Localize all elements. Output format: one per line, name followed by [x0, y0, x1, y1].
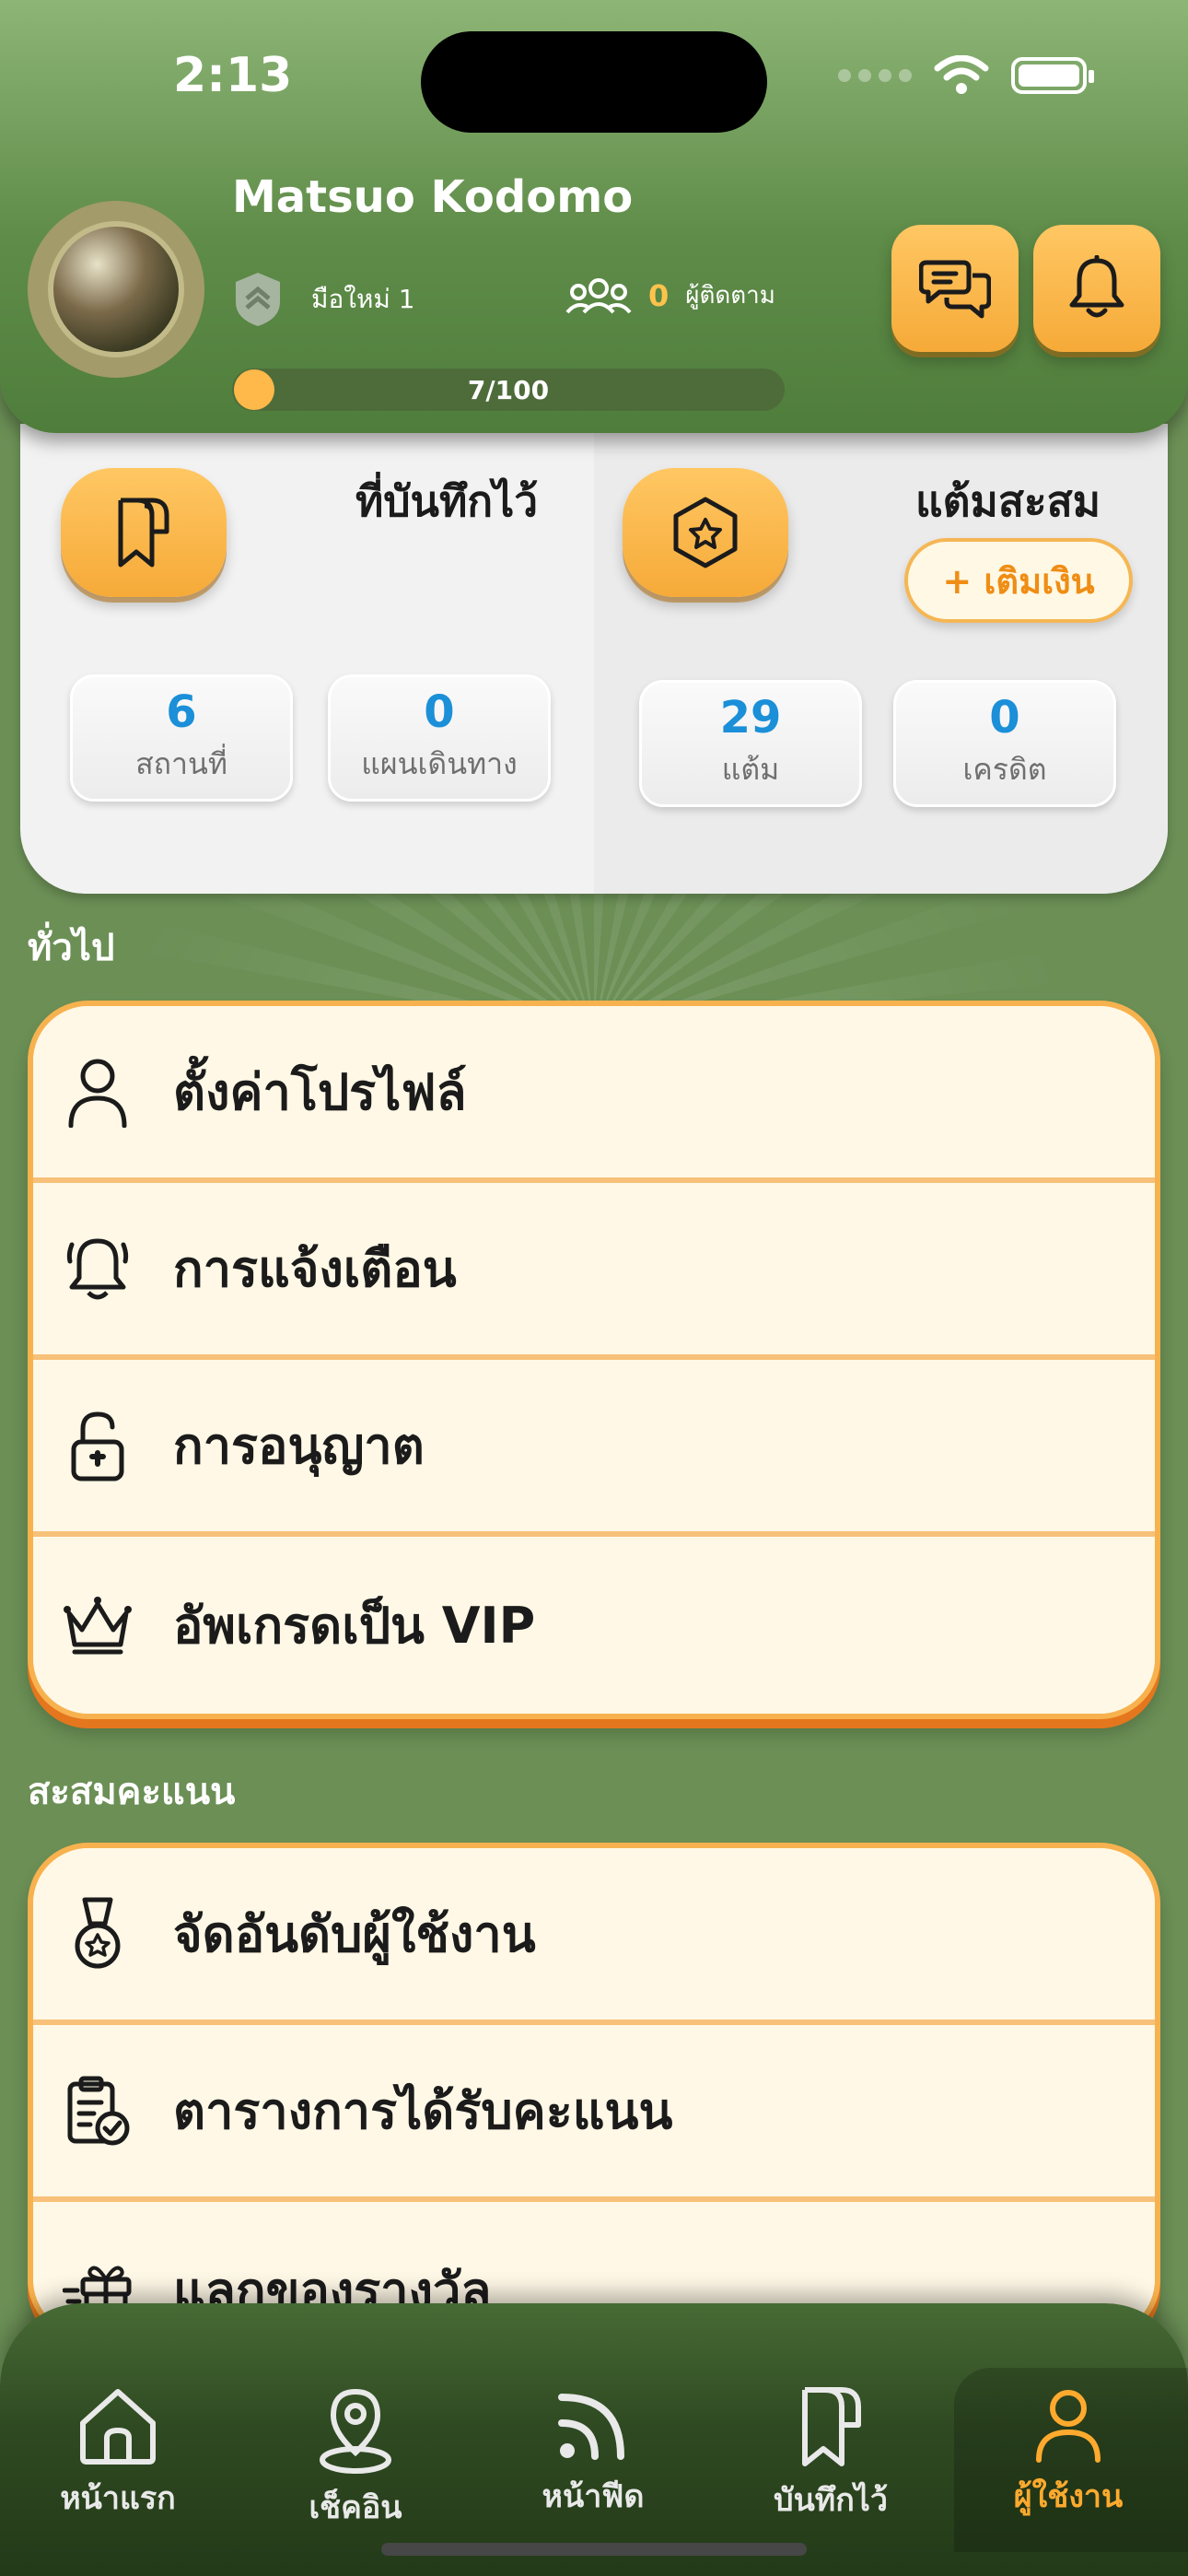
nav-user[interactable]: ผู้ใช้งาน: [967, 2386, 1170, 2521]
saved-plans-stat[interactable]: 0 แผนเดินทาง: [328, 674, 551, 802]
nav-label: หน้าฟีด: [542, 2478, 645, 2515]
credit-stat[interactable]: 0 เครดิต: [893, 680, 1116, 807]
bookmark-icon: [118, 498, 169, 568]
points-title: แต้มสะสม: [915, 476, 1101, 526]
menu-label: จัดอันดับผู้ใช้งาน: [173, 1905, 536, 1963]
status-time: 2:13: [173, 48, 293, 103]
general-section-title: ทั่วไป: [28, 927, 115, 969]
menu-label: อัพเกรดเป็น VIP: [173, 1597, 536, 1655]
wifi-icon: [934, 55, 989, 94]
followers-icon: [565, 277, 632, 313]
crown-icon: [61, 1588, 134, 1662]
menu-item-profile-settings[interactable]: ตั้งค่าโปรไฟล์: [33, 1006, 1155, 1183]
nav-label: หน้าแรก: [60, 2480, 176, 2517]
map-pin-icon: [320, 2388, 391, 2474]
unlock-icon: [61, 1409, 134, 1482]
xp-progress-text: 7/100: [467, 374, 550, 405]
followers-count: 0: [648, 277, 670, 313]
menu-item-permissions[interactable]: การอนุญาต: [33, 1360, 1155, 1537]
profile-header: 2:13 Matsuo Kodomo มือใหม่ 1 0 ผู้ติดตาม: [0, 0, 1188, 433]
chat-button[interactable]: [891, 225, 1019, 352]
points-value: 29: [719, 692, 782, 744]
rank-badge: มือใหม่ 1: [232, 271, 415, 328]
nav-checkin[interactable]: เช็คอิน: [254, 2386, 457, 2532]
nav-label: บันทึกไว้: [773, 2482, 888, 2519]
menu-label: การอนุญาต: [173, 1417, 425, 1475]
credit-label: เครดิต: [962, 751, 1047, 787]
saved-places-label: สถานที่: [135, 745, 227, 781]
stats-card: ที่บันทึกไว้ 6 สถานที่ 0 แผนเดินทาง แต้ม…: [20, 424, 1168, 894]
dynamic-island: [421, 31, 767, 133]
followers[interactable]: 0 ผู้ติดตาม: [565, 276, 775, 314]
saved-places-value: 6: [166, 686, 197, 739]
credit-value: 0: [989, 692, 1020, 744]
points-stat[interactable]: 29 แต้ม: [639, 680, 862, 807]
feed-icon: [558, 2394, 624, 2460]
menu-label: ตั้งค่าโปรไฟล์: [173, 1063, 467, 1121]
user-icon: [61, 1055, 134, 1129]
nav-feed[interactable]: หน้าฟีด: [492, 2386, 694, 2521]
points-label: แต้ม: [721, 751, 780, 787]
notifications-button[interactable]: [1033, 225, 1160, 352]
xp-progress-bar: 7/100: [232, 369, 785, 411]
points-button[interactable]: [623, 468, 788, 597]
home-indicator[interactable]: [381, 2543, 807, 2556]
user-icon: [1036, 2390, 1101, 2463]
star-hexagon-icon: [673, 497, 738, 568]
chat-icon: [919, 260, 991, 319]
saved-plans-value: 0: [424, 686, 455, 739]
avatar[interactable]: [28, 201, 204, 378]
nav-label: ผู้ใช้งาน: [1013, 2478, 1124, 2515]
menu-item-leaderboard[interactable]: จัดอันดับผู้ใช้งาน: [33, 1848, 1155, 2025]
home-icon: [80, 2389, 156, 2465]
user-name: Matsuo Kodomo: [232, 171, 634, 223]
rewards-section-title: สะสมคะแนน: [28, 1771, 236, 1813]
xp-progress-fill: [234, 369, 274, 410]
cellular-signal-icon: [838, 69, 912, 82]
saved-plans-label: แผนเดินทาง: [361, 745, 518, 781]
menu-label: ตารางการได้รับคะแนน: [173, 2082, 673, 2140]
nav-home[interactable]: หน้าแรก: [17, 2386, 219, 2523]
menu-label: การแจ้งเตือน: [173, 1240, 457, 1298]
bookmark-icon: [802, 2387, 861, 2466]
medal-icon: [61, 1897, 134, 1971]
followers-label: ผู้ติดตาม: [685, 282, 775, 310]
topup-button[interactable]: + เติมเงิน: [904, 538, 1133, 623]
bottom-navigation: หน้าแรก เช็คอิน หน้าฟีด บันทึกไว้ ผู้ใช้…: [0, 2303, 1188, 2576]
menu-item-notifications[interactable]: การแจ้งเตือน: [33, 1183, 1155, 1360]
battery-icon: [1011, 57, 1094, 94]
status-indicators: [838, 55, 1094, 96]
bell-icon: [1069, 255, 1124, 318]
menu-item-points-table[interactable]: ตารางการได้รับคะแนน: [33, 2025, 1155, 2202]
rank-label: มือใหม่ 1: [311, 284, 415, 314]
shield-rank-icon: [236, 273, 280, 326]
nav-label: เช็คอิน: [309, 2489, 402, 2526]
rewards-menu: จัดอันดับผู้ใช้งาน ตารางการได้รับคะแนน แ…: [28, 1843, 1160, 2340]
saved-places-stat[interactable]: 6 สถานที่: [70, 674, 293, 802]
saved-button[interactable]: [61, 468, 227, 597]
menu-item-upgrade-vip[interactable]: อัพเกรดเป็น VIP: [33, 1537, 1155, 1714]
general-menu: ตั้งค่าโปรไฟล์ การแจ้งเตือน การอนุญาต อั…: [28, 1001, 1160, 1719]
saved-title: ที่บันทึกไว้: [355, 476, 539, 526]
bell-icon: [61, 1232, 134, 1306]
nav-saved[interactable]: บันทึกไว้: [729, 2386, 932, 2524]
clipboard-check-icon: [61, 2074, 134, 2148]
